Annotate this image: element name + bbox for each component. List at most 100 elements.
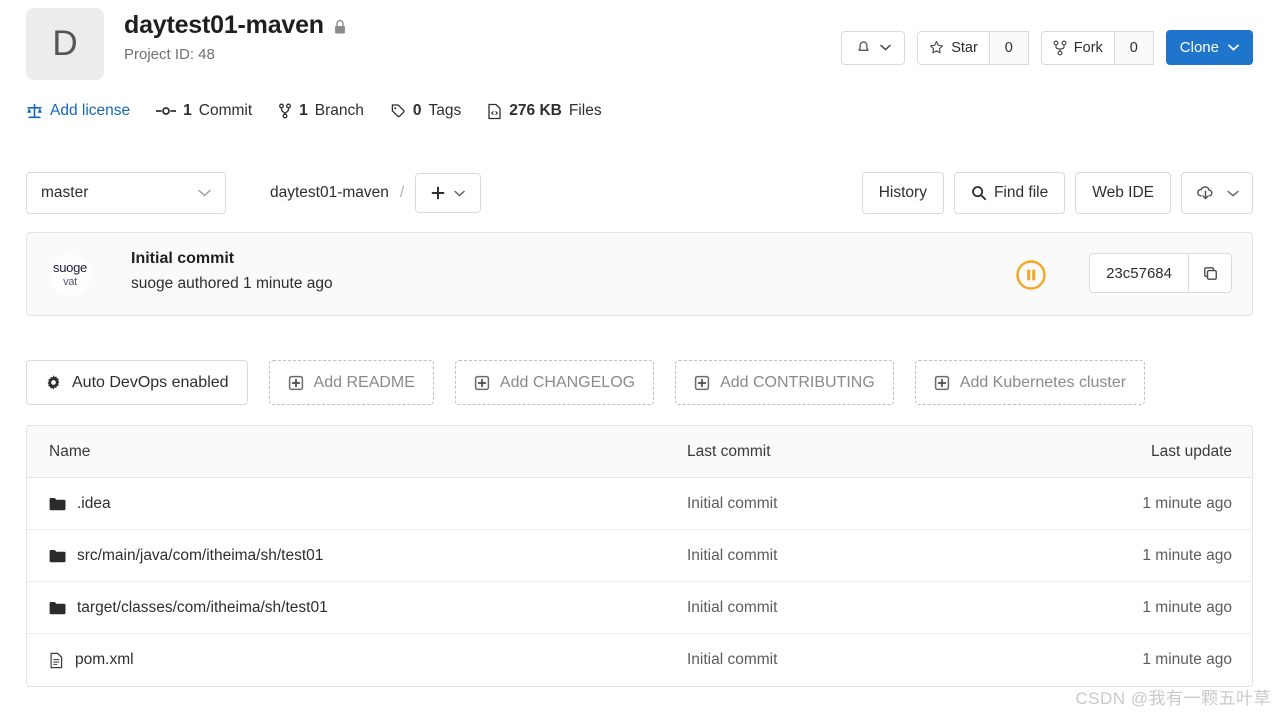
file-last-update: 1 minute ago xyxy=(1142,598,1232,616)
commit-sha-group: 23c57684 xyxy=(1089,253,1232,293)
quick-actions-row: Auto DevOps enabled Add README Add CHANG… xyxy=(26,360,1146,405)
branch-icon xyxy=(278,103,292,119)
folder-icon xyxy=(49,601,66,615)
clone-button[interactable]: Clone xyxy=(1165,30,1253,65)
fork-icon xyxy=(1053,40,1067,56)
add-readme-label: Add README xyxy=(313,373,415,391)
file-name-cell[interactable]: src/main/java/com/itheima/sh/test01 xyxy=(27,547,687,565)
header-actions: Star 0 Fork 0 Clone xyxy=(841,30,1253,65)
file-last-update: 1 minute ago xyxy=(1142,651,1232,668)
web-ide-label: Web IDE xyxy=(1092,184,1154,201)
stat-add-license[interactable]: Add license xyxy=(26,102,130,120)
add-readme-button[interactable]: Add README xyxy=(268,360,434,405)
table-row[interactable]: target/classes/com/itheima/sh/test01 Ini… xyxy=(27,582,1252,634)
breadcrumb-separator: / xyxy=(399,184,405,201)
add-contributing-button[interactable]: Add CONTRIBUTING xyxy=(675,360,894,405)
table-row[interactable]: pom.xml Initial commit 1 minute ago xyxy=(27,634,1252,686)
chevron-down-icon xyxy=(198,189,211,197)
project-header: D daytest01-maven Project ID: 48 Star 0 … xyxy=(26,8,1253,86)
fork-count: 0 xyxy=(1113,30,1154,65)
project-stats: Add license 1 Commit 1 Branch 0 Tags 276… xyxy=(26,102,602,120)
add-kubernetes-cluster-button[interactable]: Add Kubernetes cluster xyxy=(914,360,1146,405)
add-contributing-label: Add CONTRIBUTING xyxy=(720,373,875,391)
branch-selector[interactable]: master xyxy=(26,172,226,214)
notification-dropdown-button[interactable] xyxy=(841,30,906,65)
table-row[interactable]: .idea Initial commit 1 minute ago xyxy=(27,478,1252,530)
star-label: Star xyxy=(951,39,978,56)
file-last-commit[interactable]: Initial commit xyxy=(687,547,1052,565)
stat-commits-label: Commit xyxy=(198,102,253,119)
commit-title[interactable]: Initial commit xyxy=(131,250,333,268)
file-name-cell[interactable]: pom.xml xyxy=(27,651,687,669)
chevron-down-icon xyxy=(454,190,465,197)
folder-icon xyxy=(49,497,66,511)
file-last-commit[interactable]: Initial commit xyxy=(687,599,1052,617)
scale-icon xyxy=(26,103,43,120)
file-code-icon xyxy=(487,103,502,120)
find-file-button[interactable]: Find file xyxy=(953,172,1066,214)
plus-square-icon xyxy=(288,375,304,391)
stat-commits[interactable]: 1 Commit xyxy=(156,102,252,120)
file-table-header: Name Last commit Last update xyxy=(27,426,1252,478)
add-changelog-button[interactable]: Add CHANGELOG xyxy=(454,360,655,405)
repo-toolbar: master daytest01-maven / History Find fi… xyxy=(26,172,1253,214)
pipeline-pending-icon[interactable] xyxy=(1013,257,1049,293)
stat-tags-label: Tags xyxy=(428,102,462,119)
web-ide-button[interactable]: Web IDE xyxy=(1075,172,1171,214)
project-avatar: D xyxy=(26,8,104,80)
file-name-cell[interactable]: target/classes/com/itheima/sh/test01 xyxy=(27,599,687,617)
add-changelog-label: Add CHANGELOG xyxy=(499,373,636,391)
plus-icon xyxy=(431,186,445,200)
search-icon xyxy=(971,185,987,201)
plus-square-icon xyxy=(694,375,710,391)
page-title: daytest01-maven xyxy=(124,11,324,39)
file-name-cell[interactable]: .idea xyxy=(27,495,687,513)
stat-tags[interactable]: 0 Tags xyxy=(390,102,461,120)
fork-button[interactable]: Fork xyxy=(1040,30,1114,65)
star-button[interactable]: Star xyxy=(917,30,989,65)
breadcrumb-root[interactable]: daytest01-maven xyxy=(270,184,389,202)
file-last-commit[interactable]: Initial commit xyxy=(687,651,1052,669)
stat-branches[interactable]: 1 Branch xyxy=(278,102,364,120)
stat-files-label: Files xyxy=(568,102,602,119)
plus-square-icon xyxy=(474,375,490,391)
project-overview-page: D daytest01-maven Project ID: 48 Star 0 … xyxy=(0,0,1279,713)
copy-icon[interactable] xyxy=(1188,253,1232,293)
tag-icon xyxy=(390,103,406,119)
add-to-repo-button[interactable] xyxy=(415,173,482,213)
commit-author-line: suoge authored 1 minute ago xyxy=(131,275,333,292)
chevron-down-icon xyxy=(1226,190,1239,197)
avatar-line-2: vat xyxy=(63,276,77,289)
column-header-last-commit: Last commit xyxy=(687,442,771,460)
file-last-update: 1 minute ago xyxy=(1142,546,1232,564)
column-header-name: Name xyxy=(49,442,91,460)
file-name: src/main/java/com/itheima/sh/test01 xyxy=(77,546,324,564)
download-dropdown-button[interactable] xyxy=(1181,172,1253,214)
commit-text: Initial commit suoge authored 1 minute a… xyxy=(131,250,333,293)
avatar[interactable]: suoge vat xyxy=(49,254,91,296)
branch-selector-value: master xyxy=(41,184,89,201)
auto-devops-label: Auto DevOps enabled xyxy=(72,373,229,391)
commit-sha[interactable]: 23c57684 xyxy=(1089,253,1188,293)
file-last-update: 1 minute ago xyxy=(1142,494,1232,512)
stat-commits-value: 1 xyxy=(183,102,192,119)
table-row[interactable]: src/main/java/com/itheima/sh/test01 Init… xyxy=(27,530,1252,582)
file-name: .idea xyxy=(77,494,111,512)
stat-files[interactable]: 276 KB Files xyxy=(487,102,602,120)
breadcrumb: daytest01-maven / xyxy=(270,172,482,214)
cloud-download-icon xyxy=(1196,184,1215,203)
star-button-group[interactable]: Star 0 xyxy=(917,30,1029,65)
history-button[interactable]: History xyxy=(861,172,944,214)
file-last-commit[interactable]: Initial commit xyxy=(687,495,1052,513)
history-label: History xyxy=(878,184,927,201)
gear-icon xyxy=(45,374,62,391)
find-file-label: Find file xyxy=(993,184,1049,201)
fork-button-group[interactable]: Fork 0 xyxy=(1040,30,1154,65)
chevron-down-icon xyxy=(1228,44,1239,51)
plus-square-icon xyxy=(934,375,950,391)
stat-add-license-label: Add license xyxy=(50,102,131,119)
star-icon xyxy=(929,40,944,55)
auto-devops-button[interactable]: Auto DevOps enabled xyxy=(26,360,248,405)
project-meta: daytest01-maven Project ID: 48 xyxy=(124,11,347,63)
folder-icon xyxy=(49,549,66,563)
